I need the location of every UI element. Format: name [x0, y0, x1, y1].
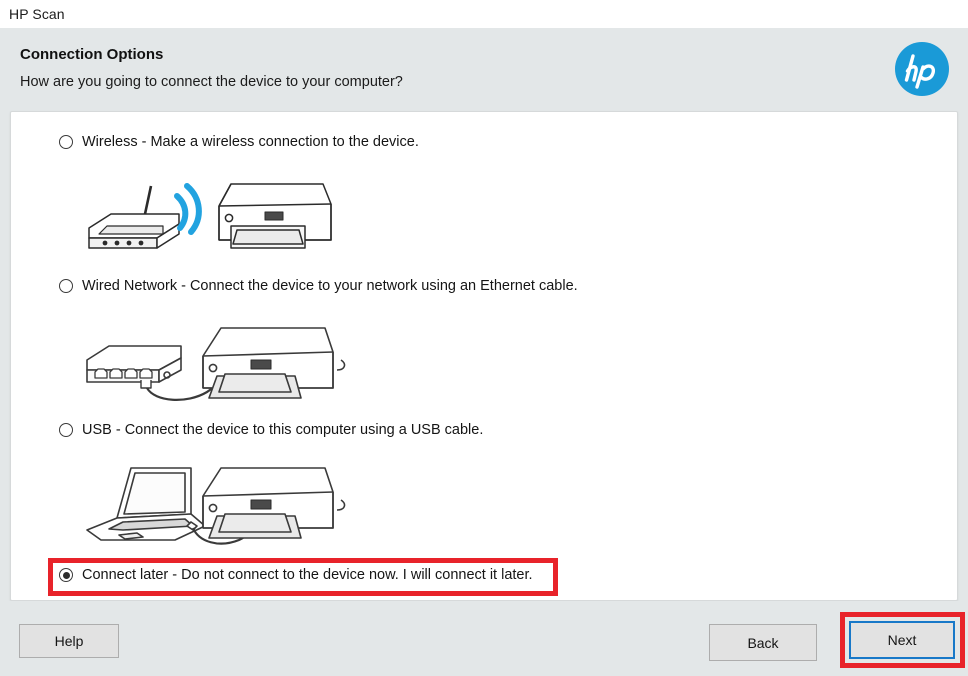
hp-scan-window: HP Scan Connection Options How are you g… — [0, 0, 968, 676]
option-wired-network[interactable]: Wired Network - Connect the device to yo… — [11, 278, 957, 401]
option-usb[interactable]: USB - Connect the device to this compute… — [11, 422, 957, 545]
usb-illustration — [79, 460, 346, 550]
radio-wireless[interactable] — [59, 135, 73, 149]
selected-option-annotation — [48, 558, 558, 596]
page-subtitle: How are you going to connect the device … — [20, 74, 403, 90]
next-button[interactable]: Next — [849, 621, 955, 659]
option-wireless[interactable]: Wireless - Make a wireless connection to… — [11, 134, 957, 249]
wired-network-illustration — [79, 318, 346, 408]
wireless-illustration — [79, 176, 339, 258]
help-button[interactable]: Help — [19, 624, 119, 658]
radio-usb[interactable] — [59, 423, 73, 437]
option-wired-network-label: Wired Network - Connect the device to yo… — [82, 278, 578, 294]
wizard-header: Connection Options How are you going to … — [0, 28, 968, 108]
hp-logo-icon — [893, 40, 951, 98]
window-title: HP Scan — [9, 6, 65, 22]
title-bar: HP Scan — [0, 0, 968, 28]
option-usb-label: USB - Connect the device to this compute… — [82, 422, 484, 438]
back-button[interactable]: Back — [709, 624, 817, 661]
wizard-footer — [0, 601, 968, 676]
option-wireless-label: Wireless - Make a wireless connection to… — [82, 134, 419, 150]
radio-wired-network[interactable] — [59, 279, 73, 293]
page-title: Connection Options — [20, 46, 164, 63]
options-panel: Wireless - Make a wireless connection to… — [10, 111, 958, 601]
